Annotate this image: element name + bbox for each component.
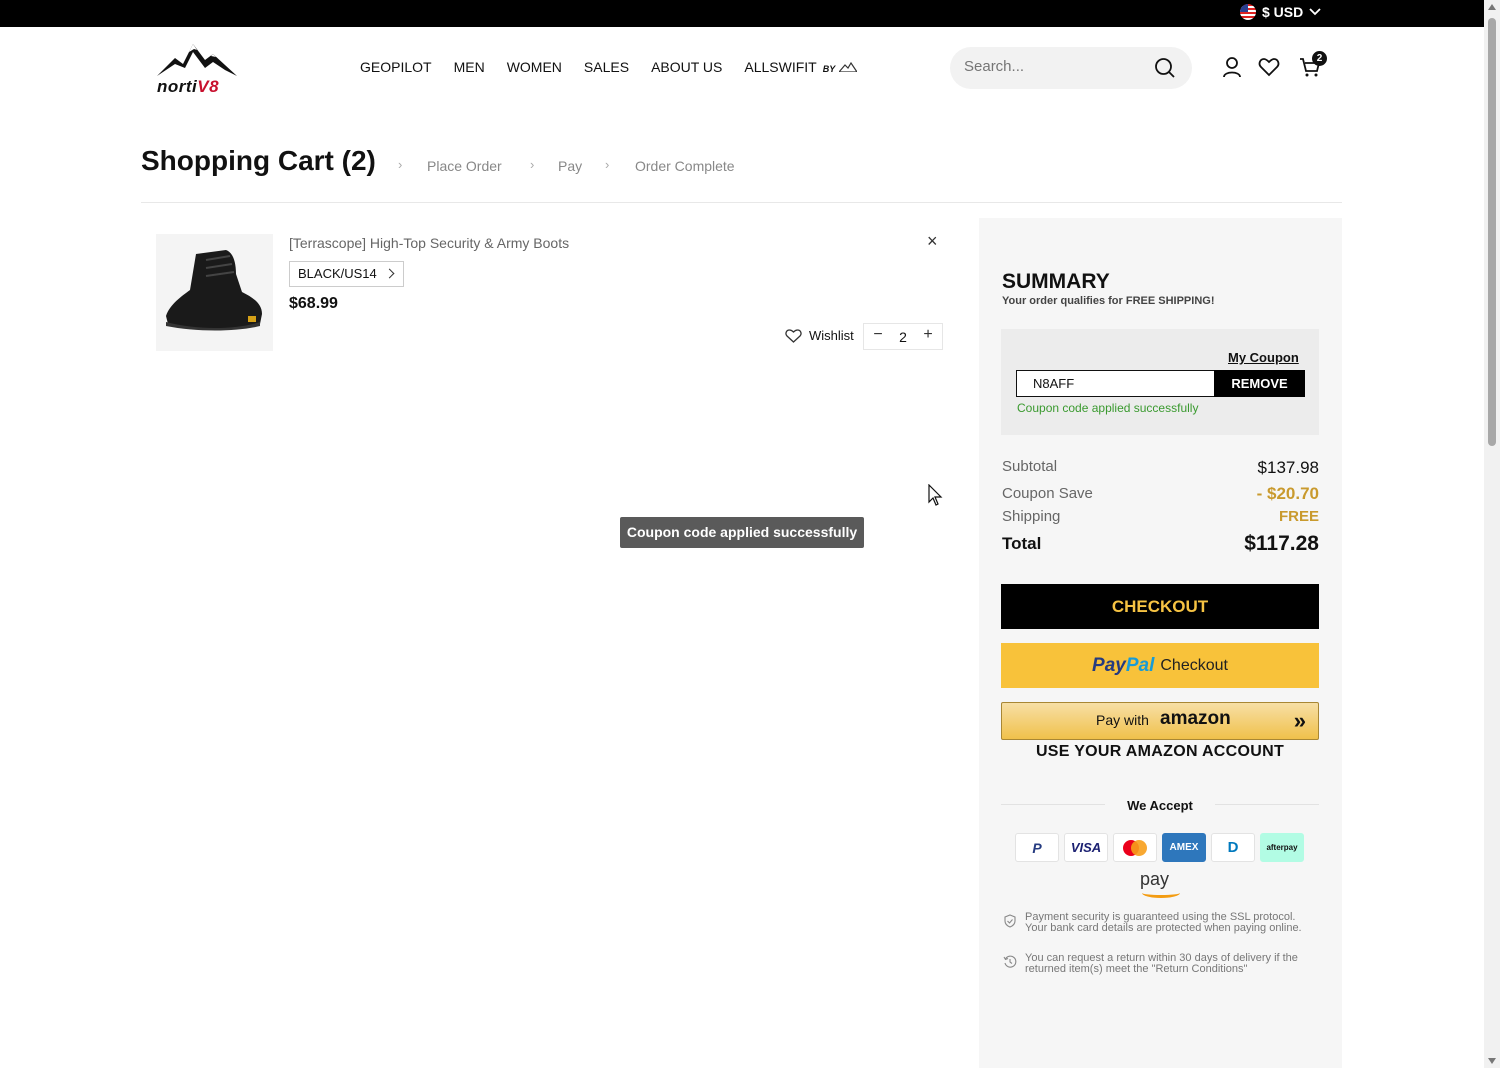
user-account-icon[interactable] (1221, 56, 1243, 78)
step-place-order: Place Order (427, 158, 502, 174)
brand-wordmark[interactable]: nortiV8 (157, 77, 219, 97)
ssl-security-note: Payment security is guaranteed using the… (1025, 911, 1302, 934)
nav-item-sales[interactable]: SALES (584, 59, 629, 75)
search-input[interactable] (964, 58, 1144, 75)
nav-item-allswifit-label: ALLSWIFIT (744, 59, 817, 75)
summary-title: SUMMARY (1002, 270, 1110, 293)
step-separator-icon: › (530, 157, 535, 172)
free-shipping-note: Your order qualifies for FREE SHIPPING! (1002, 295, 1215, 307)
currency-label: $ USD (1262, 4, 1304, 20)
remove-item-close-icon[interactable]: × (927, 231, 938, 251)
we-accept-title: We Accept (1127, 798, 1193, 813)
header-divider (141, 202, 1342, 203)
step-pay: Pay (558, 158, 583, 174)
quantity-stepper: − 2 + (863, 323, 943, 350)
paypal-logo-pal: Pal (1125, 654, 1155, 676)
step-order-complete: Order Complete (635, 158, 735, 174)
step-separator-icon: › (605, 157, 610, 172)
move-to-wishlist-button[interactable]: Wishlist (785, 328, 854, 343)
coupon-remove-button[interactable]: REMOVE (1214, 370, 1305, 397)
variant-selector[interactable]: BLACK/US14 (289, 261, 404, 287)
amazon-pay-logo: pay (1140, 869, 1170, 889)
product-price: $68.99 (289, 295, 338, 312)
scroll-thumb[interactable] (1488, 18, 1496, 446)
coupon-save-label: Coupon Save (1002, 485, 1093, 502)
chevron-down-icon (1309, 8, 1321, 16)
product-image[interactable] (156, 234, 273, 351)
search-box (950, 47, 1192, 89)
double-chevron-right-icon: » (1293, 708, 1307, 733)
boot-image-icon (166, 250, 262, 331)
paypal-checkout-label: Checkout (1160, 656, 1228, 674)
total-label: Total (1002, 534, 1042, 553)
checkout-button[interactable]: CHECKOUT (1001, 584, 1319, 629)
mastercard-card-icon (1113, 833, 1157, 862)
scroll-down-arrow-icon[interactable] (1488, 1058, 1496, 1064)
chevron-right-icon (384, 268, 395, 279)
step-separator-icon: › (398, 157, 403, 172)
toast-notification: Coupon code applied successfully (620, 517, 864, 548)
amazon-account-caption: USE YOUR AMAZON ACCOUNT (1035, 743, 1285, 760)
nav-item-allswifit[interactable]: ALLSWIFIT BY (744, 59, 859, 75)
return-clock-icon (1003, 955, 1017, 968)
wishlist-label: Wishlist (809, 328, 854, 343)
afterpay-card-icon: afterpay (1260, 833, 1304, 862)
amazon-smile-icon (1142, 888, 1180, 898)
quantity-decrease-button[interactable]: − (868, 326, 888, 344)
wishlist-heart-icon (785, 329, 802, 343)
coupon-success-message: Coupon code applied successfully (1017, 401, 1199, 415)
coupon-save-value: - $20.70 (1256, 484, 1319, 503)
return-policy-note: You can request a return within 30 days … (1025, 952, 1298, 975)
amazon-logo: amazon (1160, 708, 1231, 729)
my-coupon-link[interactable]: My Coupon (1228, 350, 1299, 365)
wishlist-heart-icon[interactable] (1258, 56, 1280, 78)
paypal-logo: PayPal (1092, 655, 1154, 677)
nav-item-about-us[interactable]: ABOUT US (651, 59, 722, 75)
currency-selector[interactable]: $ USD (1240, 4, 1321, 20)
diners-card-icon: D (1211, 833, 1255, 862)
shipping-label: Shipping (1002, 508, 1061, 525)
page-title: Shopping Cart (2) (141, 145, 376, 176)
scroll-up-arrow-icon[interactable] (1488, 4, 1496, 10)
top-bar: $ USD (0, 0, 1484, 27)
subtotal-label: Subtotal (1002, 458, 1058, 475)
mouse-cursor-icon (928, 484, 943, 506)
search-icon[interactable] (1154, 57, 1176, 79)
page-scrollbar[interactable] (1484, 0, 1500, 1068)
paypal-checkout-button[interactable]: PayPal Checkout (1001, 643, 1319, 688)
paypal-logo-pay: Pay (1092, 654, 1126, 676)
total-value: $117.28 (1244, 532, 1319, 555)
brand-name-b: V8 (197, 77, 220, 96)
nav-item-geopilot[interactable]: GEOPILOT (360, 59, 432, 75)
payment-methods: P VISA AMEX D afterpay (1015, 833, 1304, 862)
subtotal-value: $137.98 (1257, 458, 1319, 477)
visa-card-icon: VISA (1064, 833, 1108, 862)
shield-check-icon (1004, 914, 1016, 928)
nav-by-label: BY (822, 64, 836, 74)
main-nav: GEOPILOT MEN WOMEN SALES ABOUT US ALLSWI… (360, 59, 859, 75)
amazon-pay-label: Pay with (1096, 712, 1149, 728)
amazon-pay-button[interactable]: Pay with amazon » (1001, 702, 1319, 740)
paypal-card-icon: P (1015, 833, 1059, 862)
brand-name-a: norti (157, 77, 198, 96)
us-flag-icon (1240, 4, 1256, 20)
nav-item-women[interactable]: WOMEN (507, 59, 562, 75)
quantity-increase-button[interactable]: + (918, 326, 938, 344)
variant-label: BLACK/US14 (298, 266, 377, 281)
shipping-value: FREE (1278, 508, 1319, 525)
coupon-code-input[interactable] (1016, 370, 1215, 397)
product-name[interactable]: [Terrascope] High-Top Security & Army Bo… (289, 235, 569, 251)
quantity-value[interactable]: 2 (894, 329, 912, 345)
mountain-mini-icon (837, 61, 859, 73)
nav-item-men[interactable]: MEN (454, 59, 485, 75)
cart-count-badge: 2 (1312, 51, 1327, 66)
amex-card-icon: AMEX (1162, 833, 1206, 862)
